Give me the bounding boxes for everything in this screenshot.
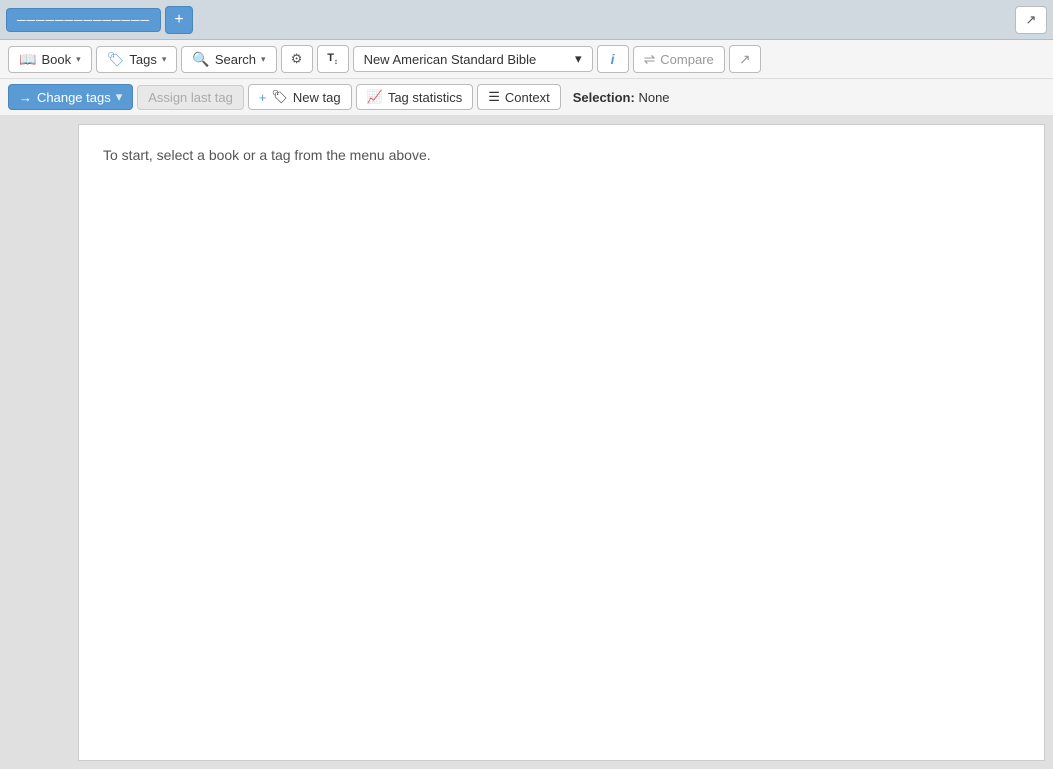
tag-statistics-label: Tag statistics	[388, 90, 462, 105]
context-button[interactable]: ☰ Context	[477, 84, 560, 110]
left-sidebar	[8, 124, 78, 761]
tags-chevron-icon: ▾	[162, 54, 167, 65]
selection-info: Selection: None	[573, 90, 670, 105]
list-icon: ☰	[488, 89, 500, 105]
book-button[interactable]: 📖 Book ▾	[8, 46, 92, 73]
new-tag-button[interactable]: + 🏷 New tag	[248, 84, 352, 110]
export-icon: ↗	[739, 51, 751, 68]
chart-icon: 📈	[367, 89, 383, 105]
search-chevron-icon: ▾	[261, 54, 266, 65]
selection-value: None	[638, 90, 669, 105]
tag-icon-small: 🏷	[271, 89, 288, 105]
bible-version-selector[interactable]: New American Standard Bible ▾	[353, 46, 593, 72]
compare-label: Compare	[660, 52, 713, 67]
tag-statistics-button[interactable]: 📈 Tag statistics	[356, 84, 474, 110]
book-chevron-icon: ▾	[76, 54, 81, 65]
compare-button[interactable]: ⇌ Compare	[633, 46, 725, 73]
info-icon: i	[611, 51, 615, 67]
expand-icon: ↗	[1026, 12, 1037, 28]
assign-last-tag-button[interactable]: Assign last tag	[137, 85, 244, 110]
bible-chevron-icon: ▾	[575, 51, 582, 67]
plus-icon: +	[174, 11, 183, 29]
gear-icon: ⚙	[291, 51, 303, 67]
export-button[interactable]: ↗	[729, 45, 761, 73]
info-button[interactable]: i	[597, 45, 629, 73]
bible-version-text: New American Standard Bible	[364, 52, 537, 67]
fontsize-button[interactable]: T↕	[317, 45, 349, 73]
settings-button[interactable]: ⚙	[281, 45, 313, 73]
tags-icon: 🏷	[107, 51, 125, 68]
book-label: Book	[41, 52, 71, 67]
fontsize-icon: T↕	[327, 52, 338, 66]
tags-button[interactable]: 🏷 Tags ▾	[96, 46, 178, 73]
expand-button[interactable]: ↗	[1015, 6, 1047, 34]
toolbar-secondary: → Change tags ▾ Assign last tag + 🏷 New …	[0, 79, 1053, 116]
add-button[interactable]: +	[165, 6, 193, 34]
search-label: Search	[215, 52, 256, 67]
new-tag-label: New tag	[293, 90, 341, 105]
search-button[interactable]: 🔍 Search ▾	[181, 46, 276, 73]
top-bar: ────────────── + ↗	[0, 0, 1053, 40]
change-tags-chevron-icon: ▾	[116, 89, 123, 105]
plus-tag-icon: +	[259, 90, 267, 105]
book-icon: 📖	[19, 51, 36, 68]
change-tags-button[interactable]: → Change tags ▾	[8, 84, 133, 110]
intro-text: To start, select a book or a tag from th…	[103, 145, 1020, 166]
change-tags-label: Change tags	[37, 90, 111, 105]
toolbar-primary: 📖 Book ▾ 🏷 Tags ▾ 🔍 Search ▾ ⚙ T↕ New Am…	[0, 40, 1053, 79]
main-container: To start, select a book or a tag from th…	[0, 116, 1053, 769]
search-icon: 🔍	[192, 51, 209, 68]
app-title[interactable]: ──────────────	[6, 8, 161, 32]
tags-label: Tags	[129, 52, 156, 67]
context-label: Context	[505, 90, 550, 105]
compare-icon: ⇌	[644, 51, 656, 68]
assign-last-tag-label: Assign last tag	[148, 90, 233, 105]
selection-label: Selection:	[573, 90, 635, 105]
content-area: To start, select a book or a tag from th…	[78, 124, 1045, 761]
arrow-tag-icon: →	[19, 90, 32, 105]
